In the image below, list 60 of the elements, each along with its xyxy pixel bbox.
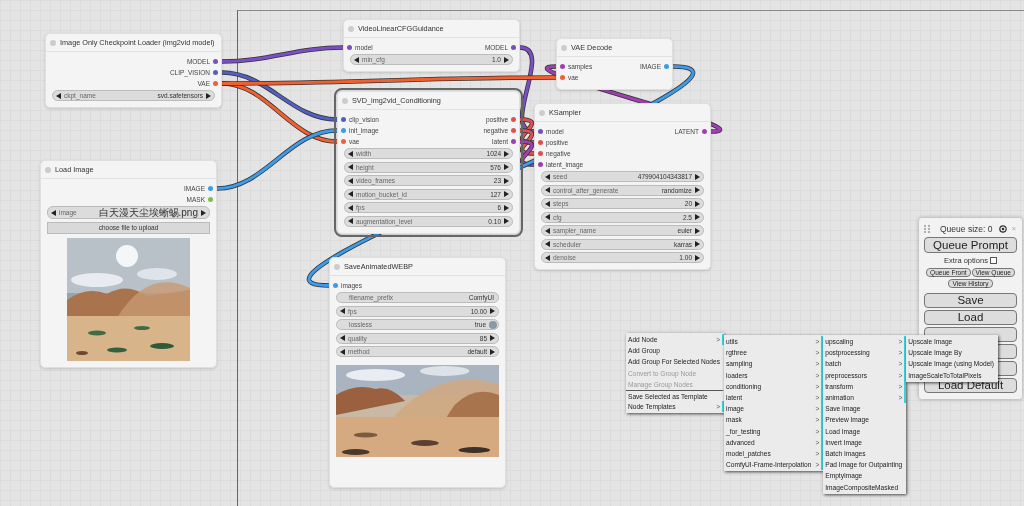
left-arrow-icon[interactable] (354, 56, 359, 63)
left-arrow-icon[interactable] (545, 241, 550, 247)
left-arrow-icon[interactable] (51, 209, 56, 216)
queue-size: Queue size: 0 (940, 223, 993, 234)
slot-dot[interactable] (347, 45, 352, 50)
right-arrow-icon[interactable] (490, 308, 495, 314)
slot-dot[interactable] (208, 186, 213, 191)
slot-dot[interactable] (208, 197, 213, 202)
left-arrow-icon[interactable] (348, 218, 353, 224)
settings-icon[interactable] (999, 224, 1008, 233)
right-arrow-icon[interactable] (201, 209, 206, 216)
dot-icon[interactable] (50, 39, 56, 46)
slot-dot[interactable] (511, 139, 516, 144)
dot-icon[interactable] (334, 263, 340, 270)
right-arrow-icon[interactable] (504, 56, 509, 63)
left-arrow-icon[interactable] (348, 191, 353, 197)
slot-dot[interactable] (213, 59, 218, 64)
slot-dot[interactable] (560, 75, 565, 80)
dot-icon[interactable] (348, 25, 354, 32)
dot-icon[interactable] (45, 166, 51, 173)
slot-dot[interactable] (341, 117, 346, 122)
slot-dot[interactable] (511, 117, 516, 122)
slot-dot[interactable] (560, 64, 565, 69)
toggle-dot[interactable] (489, 320, 497, 329)
slot-dot[interactable] (511, 128, 516, 133)
slot-dot[interactable] (702, 129, 707, 134)
right-arrow-icon[interactable] (490, 335, 495, 341)
panel-button[interactable]: Save (924, 293, 1017, 308)
left-arrow-icon[interactable] (340, 335, 345, 341)
right-arrow-icon[interactable] (695, 214, 700, 220)
right-arrow-icon[interactable] (504, 191, 509, 197)
slot-dot[interactable] (538, 140, 543, 145)
slot-dot[interactable] (538, 162, 543, 167)
widget-value: 白天漫天尘埃蜥蜴.png (98, 205, 198, 220)
slot-dot[interactable] (333, 283, 338, 288)
left-arrow-icon[interactable] (545, 187, 550, 193)
right-arrow-icon[interactable] (206, 92, 211, 99)
left-arrow-icon[interactable] (545, 214, 550, 220)
left-arrow-icon[interactable] (340, 308, 345, 314)
right-arrow-icon[interactable] (695, 187, 700, 193)
drag-handle-icon[interactable] (924, 224, 930, 233)
slot-dot[interactable] (664, 64, 669, 69)
right-arrow-icon[interactable] (695, 241, 700, 247)
queue-prompt-button[interactable]: Queue Prompt (924, 237, 1017, 253)
slot-dot[interactable] (511, 45, 516, 50)
right-arrow-icon[interactable] (504, 218, 509, 224)
slot-dot[interactable] (538, 151, 543, 156)
slot-dot[interactable] (538, 129, 543, 134)
slot-dot[interactable] (341, 128, 346, 133)
right-arrow-icon[interactable] (504, 164, 509, 170)
left-arrow-icon[interactable] (348, 164, 353, 170)
slot-dot[interactable] (213, 70, 218, 75)
dot-icon[interactable] (539, 109, 545, 116)
checkbox[interactable] (989, 257, 997, 264)
slot-dot[interactable] (341, 139, 346, 144)
left-arrow-icon[interactable] (56, 92, 61, 99)
panel-button[interactable]: Load (924, 310, 1017, 325)
dot-icon[interactable] (342, 97, 348, 104)
dot-icon[interactable] (561, 44, 567, 51)
slot-dot[interactable] (213, 81, 218, 86)
